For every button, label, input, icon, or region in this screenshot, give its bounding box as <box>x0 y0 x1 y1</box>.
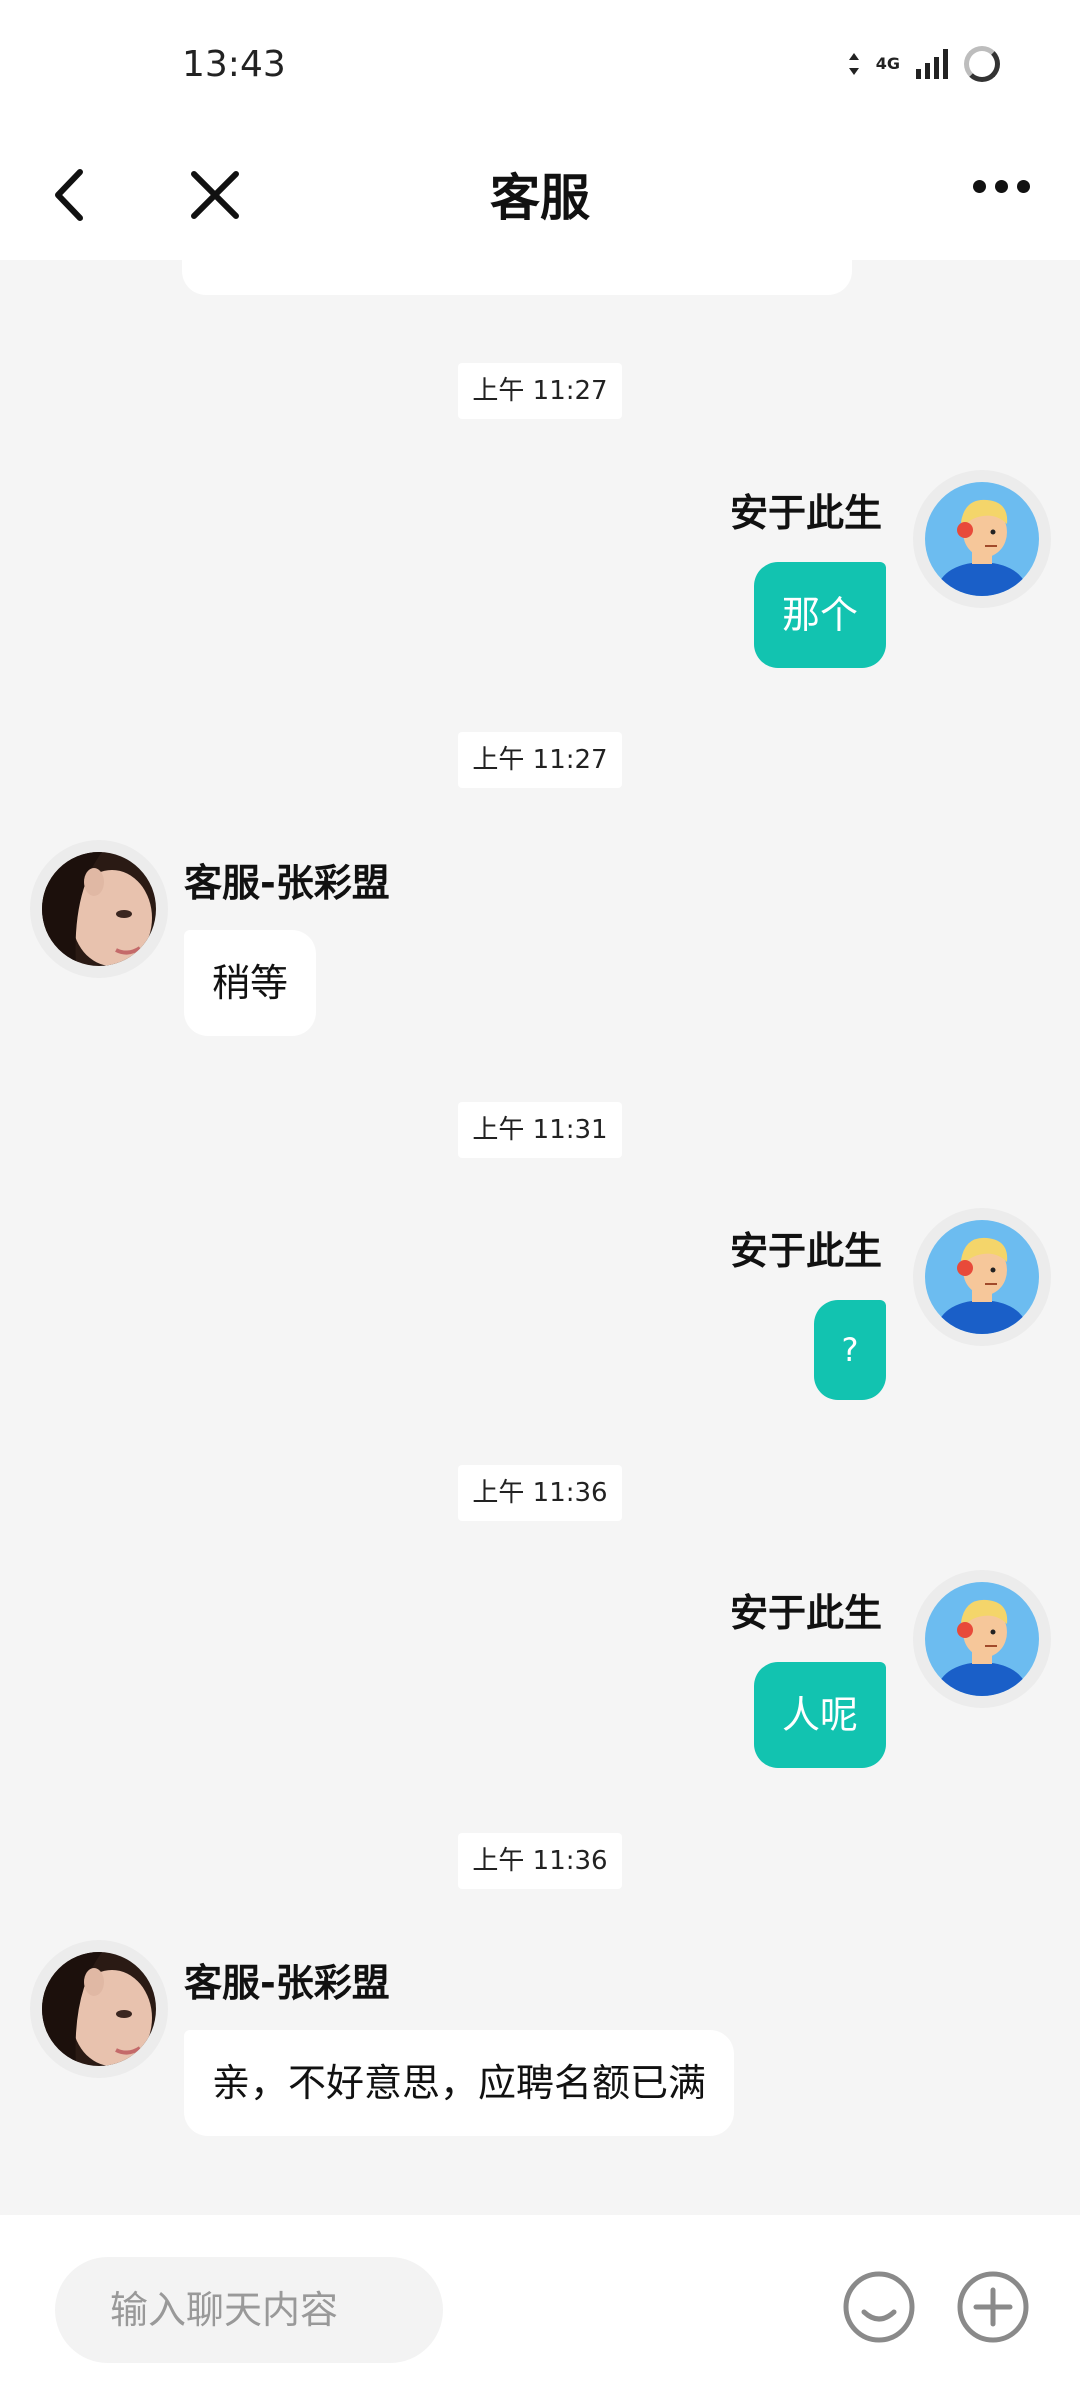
status-icons: 4G <box>848 46 1000 82</box>
data-arrows-icon <box>848 53 859 75</box>
message-timestamp: 上午 11:36 <box>458 1465 622 1521</box>
message-timestamp: 上午 11:27 <box>458 363 622 419</box>
sender-name: 安于此生 <box>729 1591 882 1635</box>
nav-bar: 客服 <box>0 130 1080 260</box>
agent-avatar-image <box>42 852 156 966</box>
user-avatar-image <box>925 1220 1039 1334</box>
chat-input[interactable]: 输入聊天内容 <box>55 2257 443 2363</box>
more-dots-icon[interactable] <box>973 180 1030 193</box>
network-label: 4G <box>875 54 900 73</box>
agent-avatar[interactable] <box>42 852 156 966</box>
loading-ring-icon <box>964 46 1000 82</box>
message-bubble-sent[interactable]: 那个 <box>753 562 886 668</box>
user-avatar[interactable] <box>925 1582 1039 1696</box>
user-avatar-image <box>925 1582 1039 1696</box>
message-bubble-sent[interactable]: 人呢 <box>753 1662 886 1768</box>
message-bubble-sent[interactable]: ? <box>814 1300 886 1400</box>
agent-avatar-image <box>42 1952 156 2066</box>
user-avatar[interactable] <box>925 1220 1039 1334</box>
status-bar: 13:43 4G <box>0 0 1080 130</box>
sender-name: 客服-张彩盟 <box>184 1961 390 2005</box>
message-bubble-partial <box>182 260 852 295</box>
user-avatar[interactable] <box>925 482 1039 596</box>
agent-avatar[interactable] <box>42 1952 156 2066</box>
sender-name: 安于此生 <box>729 1229 882 1273</box>
page-title: 客服 <box>490 169 590 227</box>
message-bubble-received[interactable]: 亲，不好意思，应聘名额已满 <box>184 2030 735 2136</box>
sender-name: 安于此生 <box>729 491 882 535</box>
chat-screen: 13:43 4G 客服 上午 11:27 安于此生 那个 上午 11:27 客服… <box>0 0 1080 2400</box>
message-timestamp: 上午 11:31 <box>458 1102 622 1158</box>
plus-circle-icon[interactable] <box>956 2270 1030 2344</box>
signal-icon <box>916 49 948 79</box>
message-timestamp: 上午 11:27 <box>458 732 622 788</box>
smile-icon[interactable] <box>842 2270 916 2344</box>
input-bar: 输入聊天内容 <box>0 2215 1080 2400</box>
sender-name: 客服-张彩盟 <box>184 861 390 905</box>
status-time: 13:43 <box>182 44 286 85</box>
message-bubble-received[interactable]: 稍等 <box>184 930 317 1036</box>
message-list[interactable]: 上午 11:27 安于此生 那个 上午 11:27 客服-张彩盟 稍等 上午 1… <box>0 260 1080 2215</box>
user-avatar-image <box>925 482 1039 596</box>
message-timestamp: 上午 11:36 <box>458 1833 622 1889</box>
